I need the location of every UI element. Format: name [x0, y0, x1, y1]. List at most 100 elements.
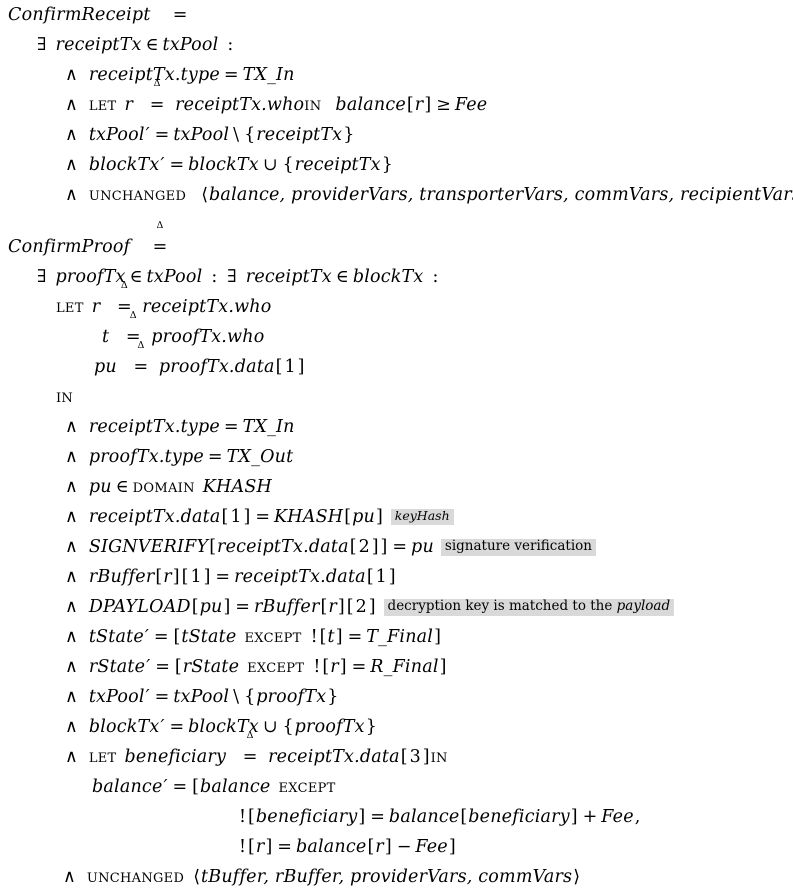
defined-as-symbol: Δ= — [242, 730, 258, 767]
khash-constant: KHASH — [202, 477, 272, 497]
exists-symbol: ∃ — [37, 267, 47, 287]
index: 1 — [375, 567, 387, 587]
confirm-proof-let-r: LET r Δ = receiptTx.who — [0, 281, 793, 322]
conjunction-symbol: ∧ — [65, 537, 78, 557]
brace: { — [282, 717, 294, 737]
beneficiary-index: beneficiary — [468, 807, 570, 827]
confirm-proof-balance-r: ! [r] = balance[r] − Fee] — [0, 832, 793, 862]
equals: = — [153, 627, 169, 647]
confirm-proof-conjunct-1: ∧ receiptTx.type = TX_In — [0, 412, 793, 442]
unchanged-keyword: UNCHANGED — [86, 866, 185, 887]
fee-constant: Fee — [454, 95, 488, 115]
equals: = — [347, 627, 363, 647]
bang-symbol: ! — [239, 807, 247, 827]
confirm-proof-in-keyword: IN — [0, 382, 793, 412]
t-final-value: T_Final — [366, 627, 434, 647]
bracket: [ — [248, 837, 255, 857]
conjunction-symbol: ∧ — [65, 185, 78, 205]
bracket: [ — [366, 567, 374, 587]
let-value-pu: proofTx.data — [158, 357, 275, 377]
conjunction-symbol: ∧ — [65, 155, 78, 175]
equals: = — [223, 417, 239, 437]
bracket: ] — [358, 807, 366, 827]
brace: { — [244, 687, 256, 707]
confirm-proof-conjunct-11: ∧ blockTx′ = blockTx ∪ {proofTx} — [0, 712, 793, 742]
bang-symbol: ! — [310, 627, 318, 647]
in-symbol: ∈ — [335, 267, 349, 287]
let-variable-r: r — [124, 95, 134, 115]
index: 1 — [284, 357, 296, 377]
in-symbol: ∈ — [115, 477, 129, 497]
fee-constant: Fee — [601, 807, 634, 827]
conjunction-symbol: ∧ — [65, 65, 78, 85]
angle-bracket: ⟩ — [573, 867, 581, 887]
receipt-type-field: receiptTx.type — [88, 417, 220, 437]
blocktx-primed: blockTx — [88, 717, 160, 737]
tx-in-value: TX_In — [242, 417, 295, 437]
unchanged-tuple: tBuffer, rBuffer, providerVars, commVars — [201, 867, 573, 887]
bracket: ] — [570, 807, 578, 827]
balance-primed: balance — [92, 777, 163, 797]
setminus-symbol: \ — [233, 687, 240, 707]
bracket: [ — [322, 657, 330, 677]
proof-tx: proofTx — [256, 687, 327, 707]
bracket: [ — [248, 807, 255, 827]
bracket: [ — [406, 95, 414, 115]
confirm-proof-balance-update: balance′ = [balance EXCEPT — [0, 772, 793, 802]
balance-function: balance — [335, 95, 406, 115]
bracket: [ — [344, 507, 352, 527]
colon: : — [227, 35, 234, 55]
blocktx: blockTx — [188, 155, 259, 175]
txpool-primed: txPool — [88, 125, 145, 145]
conjunction-symbol: ∧ — [65, 717, 78, 737]
index: 3 — [409, 747, 421, 767]
pu-index: pu — [352, 507, 375, 527]
let-keyword: LET — [88, 746, 117, 767]
conjunction-symbol: ∧ — [65, 507, 78, 527]
bracket: ] — [422, 747, 430, 767]
confirm-proof-conjunct-12: ∧ LET beneficiary Δ = receiptTx.data[3]IN — [0, 730, 793, 772]
bracket: ] — [371, 537, 379, 557]
bound-variable-receipttx: receiptTx — [245, 267, 332, 287]
confirm-proof-conjunct-8: ∧ tState′ = [tState EXCEPT! [t] = T_Final] — [0, 622, 793, 652]
equals: = — [172, 777, 188, 797]
bracket: ] — [388, 567, 396, 587]
conjunction-symbol: ∧ — [65, 417, 78, 437]
brace: } — [365, 717, 377, 737]
equals: = — [155, 657, 170, 677]
defined-as-symbol: Δ= — [172, 5, 188, 25]
index: 2 — [355, 597, 367, 617]
angle-bracket: ⟨ — [193, 867, 201, 887]
rstate: rState — [182, 657, 240, 677]
in-keyword: IN — [304, 94, 322, 115]
annotation-key-hash: keyHash — [390, 509, 454, 525]
in-keyword: IN — [56, 386, 74, 407]
angle-bracket: ⟨ — [201, 185, 209, 205]
prime-symbol: ′ — [145, 125, 150, 145]
in-symbol: ∈ — [145, 35, 159, 55]
balance-function: balance — [388, 807, 460, 827]
index: 1 — [230, 507, 242, 527]
let-variable-t: t — [102, 327, 110, 347]
equals: = — [215, 567, 231, 587]
confirm-proof-conjunct-7: ∧ DPAYLOAD[pu] = rBuffer[r][2] decryption ke… — [0, 592, 793, 622]
pu-variable: pu — [88, 477, 112, 497]
operator-name-confirm-proof: ConfirmProof — [8, 237, 131, 257]
equals: = — [154, 125, 170, 145]
txpool: txPool — [173, 125, 230, 145]
confirm-proof-conjunct-5: ∧ SIGNVERIFY[receiptTx.data[2]] = pu signatu… — [0, 532, 793, 562]
conjunction-symbol: ∧ — [65, 95, 78, 115]
conjunction-symbol: ∧ — [65, 747, 78, 767]
r-index: r — [163, 567, 172, 587]
brace: } — [343, 125, 355, 145]
tx-out-value: TX_Out — [226, 447, 294, 467]
colon: : — [432, 267, 439, 287]
bound-set-txpool: txPool — [146, 267, 203, 287]
bracket: ] — [297, 357, 305, 377]
equals: = — [169, 155, 185, 175]
colon: : — [211, 267, 218, 287]
confirm-proof-conjunct-9: ∧ rState′ = [rState EXCEPT! [r] = R_Final] — [0, 652, 793, 682]
bracket: ] — [448, 837, 456, 857]
union-symbol: ∪ — [262, 717, 278, 737]
